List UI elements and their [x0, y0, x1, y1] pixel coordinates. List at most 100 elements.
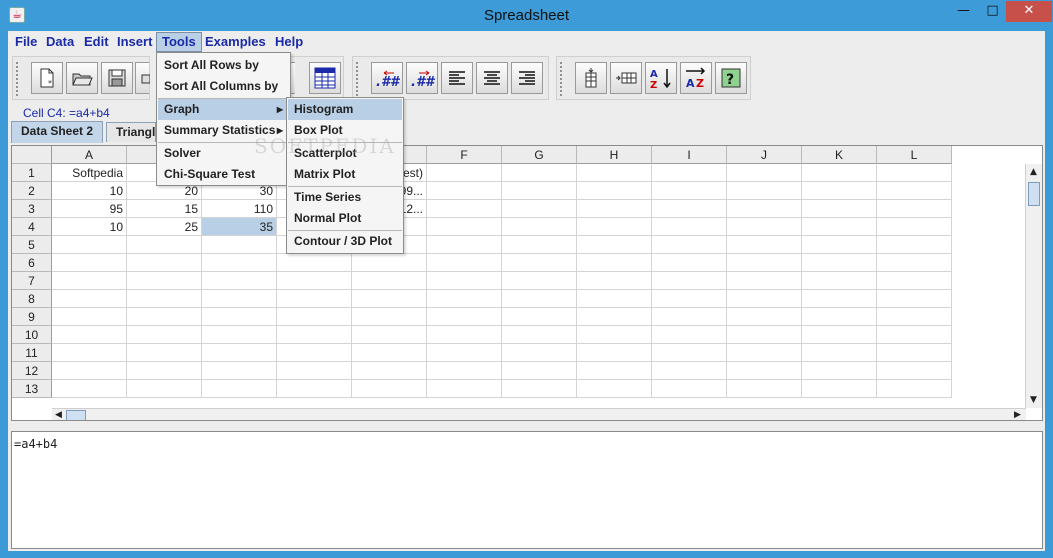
cell-j5[interactable] [727, 236, 802, 254]
cell-a12[interactable] [52, 362, 127, 380]
cell-k12[interactable] [802, 362, 877, 380]
cell-i5[interactable] [652, 236, 727, 254]
scroll-up-icon[interactable]: ▲ [1030, 167, 1037, 177]
cell-d6[interactable] [277, 254, 352, 272]
menu-item-histogram[interactable]: Histogram [288, 99, 402, 120]
cell-k10[interactable] [802, 326, 877, 344]
cell-a7[interactable] [52, 272, 127, 290]
cell-h4[interactable] [577, 218, 652, 236]
cell-c12[interactable] [202, 362, 277, 380]
cell-c4[interactable]: 35 [202, 218, 277, 236]
cell-a5[interactable] [52, 236, 127, 254]
scroll-right-icon[interactable]: ▶ [1014, 410, 1021, 420]
cell-i13[interactable] [652, 380, 727, 398]
cell-i9[interactable] [652, 308, 727, 326]
cell-f10[interactable] [427, 326, 502, 344]
cell-f5[interactable] [427, 236, 502, 254]
open-button[interactable] [66, 62, 98, 94]
new-file-button[interactable]: * [31, 62, 63, 94]
cell-k1[interactable] [802, 164, 877, 182]
cell-k7[interactable] [802, 272, 877, 290]
cell-i6[interactable] [652, 254, 727, 272]
cell-c6[interactable] [202, 254, 277, 272]
cell-b7[interactable] [127, 272, 202, 290]
cell-i10[interactable] [652, 326, 727, 344]
align-right-button[interactable] [511, 62, 543, 94]
column-header-a[interactable]: A [52, 146, 127, 164]
print-button[interactable] [135, 62, 150, 94]
cell-a9[interactable] [52, 308, 127, 326]
cell-b10[interactable] [127, 326, 202, 344]
close-button[interactable]: ✕ [1006, 1, 1052, 22]
menu-item-sort-columns[interactable]: Sort All Columns by [158, 76, 289, 97]
cell-j9[interactable] [727, 308, 802, 326]
column-header-l[interactable]: L [877, 146, 952, 164]
scroll-left-icon[interactable]: ◀ [55, 410, 62, 420]
menu-item-normal-plot[interactable]: Normal Plot [288, 208, 402, 229]
cell-a10[interactable] [52, 326, 127, 344]
cell-c3[interactable]: 110 [202, 200, 277, 218]
cell-i8[interactable] [652, 290, 727, 308]
column-header-f[interactable]: F [427, 146, 502, 164]
decimal-increase-button[interactable]: .## [406, 62, 438, 94]
row-header-13[interactable]: 13 [12, 380, 52, 398]
cell-d7[interactable] [277, 272, 352, 290]
table-button[interactable] [309, 62, 341, 94]
sort-descending-button[interactable]: AZ [680, 62, 712, 94]
cell-g13[interactable] [502, 380, 577, 398]
cell-f13[interactable] [427, 380, 502, 398]
row-header-10[interactable]: 10 [12, 326, 52, 344]
cell-j10[interactable] [727, 326, 802, 344]
cell-l6[interactable] [877, 254, 952, 272]
cell-e12[interactable] [352, 362, 427, 380]
cell-f1[interactable] [427, 164, 502, 182]
cell-j7[interactable] [727, 272, 802, 290]
cell-l12[interactable] [877, 362, 952, 380]
minimize-button[interactable]: — [950, 1, 977, 22]
cell-g1[interactable] [502, 164, 577, 182]
cell-h2[interactable] [577, 182, 652, 200]
cell-k5[interactable] [802, 236, 877, 254]
menu-item-contour-3d-plot[interactable]: Contour / 3D Plot [288, 231, 402, 252]
cell-g12[interactable] [502, 362, 577, 380]
cell-i11[interactable] [652, 344, 727, 362]
cell-i2[interactable] [652, 182, 727, 200]
scroll-down-icon[interactable]: ▼ [1030, 395, 1037, 405]
row-header-8[interactable]: 8 [12, 290, 52, 308]
cell-k4[interactable] [802, 218, 877, 236]
cell-j3[interactable] [727, 200, 802, 218]
cell-k13[interactable] [802, 380, 877, 398]
cell-i12[interactable] [652, 362, 727, 380]
cell-g8[interactable] [502, 290, 577, 308]
cell-e10[interactable] [352, 326, 427, 344]
row-header-9[interactable]: 9 [12, 308, 52, 326]
column-header-g[interactable]: G [502, 146, 577, 164]
menu-item-matrix-plot[interactable]: Matrix Plot [288, 164, 402, 185]
cell-e8[interactable] [352, 290, 427, 308]
cell-l9[interactable] [877, 308, 952, 326]
menu-file[interactable]: File [10, 32, 42, 52]
horizontal-scrollbar[interactable]: ◀ ▶ [52, 408, 1026, 420]
toolbar-grip-data[interactable] [559, 61, 563, 97]
cell-b8[interactable] [127, 290, 202, 308]
cell-h11[interactable] [577, 344, 652, 362]
cell-f11[interactable] [427, 344, 502, 362]
cell-i1[interactable] [652, 164, 727, 182]
menu-data[interactable]: Data [41, 32, 79, 52]
cell-i7[interactable] [652, 272, 727, 290]
cell-b3[interactable]: 15 [127, 200, 202, 218]
cell-b5[interactable] [127, 236, 202, 254]
row-header-1[interactable]: 1 [12, 164, 52, 182]
cell-d11[interactable] [277, 344, 352, 362]
cell-g6[interactable] [502, 254, 577, 272]
cell-l10[interactable] [877, 326, 952, 344]
cell-a3[interactable]: 95 [52, 200, 127, 218]
cell-g7[interactable] [502, 272, 577, 290]
vertical-scrollbar[interactable]: ▲ ▼ [1025, 164, 1042, 408]
row-header-7[interactable]: 7 [12, 272, 52, 290]
formula-editor[interactable]: =a4+b4 [11, 431, 1043, 549]
horizontal-scroll-thumb[interactable] [66, 410, 86, 420]
cell-f9[interactable] [427, 308, 502, 326]
cell-d8[interactable] [277, 290, 352, 308]
cell-b6[interactable] [127, 254, 202, 272]
